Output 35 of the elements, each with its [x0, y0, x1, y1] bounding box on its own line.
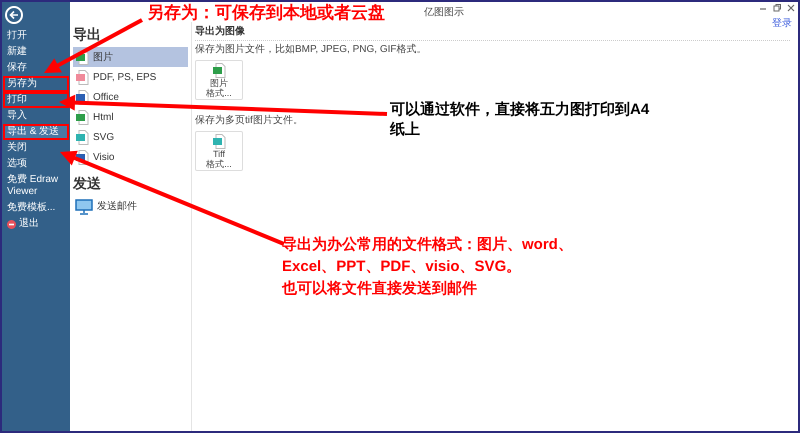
back-button[interactable] — [5, 6, 23, 24]
sidebar-item[interactable]: 另存为 — [3, 76, 69, 92]
annotation-text: 可以通过软件，直接将五力图打印到A4 — [390, 100, 650, 120]
export-format-item[interactable]: PDF, PS, EPS — [73, 67, 188, 87]
sidebar-item[interactable]: 导出 & 发送 — [3, 124, 69, 140]
back-arrow-icon — [9, 10, 19, 20]
export-format-item[interactable]: SVG — [73, 127, 188, 147]
annotation-text: Excel、PPT、PDF、visio、SVG。 — [282, 257, 522, 277]
section-heading: 发送 — [73, 174, 102, 193]
format-tile[interactable]: 图片 格式... — [195, 60, 243, 100]
section-heading: 导出 — [73, 25, 102, 44]
sidebar-item[interactable]: 退出 — [3, 216, 69, 232]
panel-title: 导出为图像 — [195, 26, 790, 41]
sidebar-item[interactable]: 新建 — [3, 44, 69, 60]
description-text: 保存为多页tif图片文件。 — [195, 115, 303, 127]
sidebar-item[interactable]: 免费模板... — [3, 200, 69, 216]
annotation-text: 另存为：可保存到本地或者云盘 — [147, 3, 385, 23]
window-title: 亿图图示 — [424, 6, 464, 20]
export-format-item[interactable]: 图片 — [73, 47, 188, 67]
sidebar-item[interactable]: 关闭 — [3, 140, 69, 156]
monitor-icon — [75, 198, 93, 214]
sidebar-item[interactable]: 导入 — [3, 108, 69, 124]
sidebar-item[interactable]: 保存 — [3, 60, 69, 76]
description-text: 保存为图片文件，比如BMP, JPEG, PNG, GIF格式。 — [195, 44, 427, 56]
restore-icon[interactable] — [772, 3, 782, 13]
sidebar-item[interactable]: 打开 — [3, 28, 69, 44]
send-item[interactable]: 发送邮件 — [73, 196, 188, 217]
format-tile[interactable]: Tiff 格式... — [195, 131, 243, 171]
sidebar-item[interactable]: 选项 — [3, 156, 69, 172]
stop-icon — [7, 220, 16, 228]
sidebar-item[interactable]: 免费 Edraw Viewer — [3, 172, 69, 200]
annotation-text: 纸上 — [390, 120, 420, 140]
annotation-text: 也可以将文件直接发送到邮件 — [282, 279, 477, 299]
annotation-text: 导出为办公常用的文件格式：图片、word、 — [282, 235, 573, 255]
close-icon[interactable] — [786, 3, 796, 13]
